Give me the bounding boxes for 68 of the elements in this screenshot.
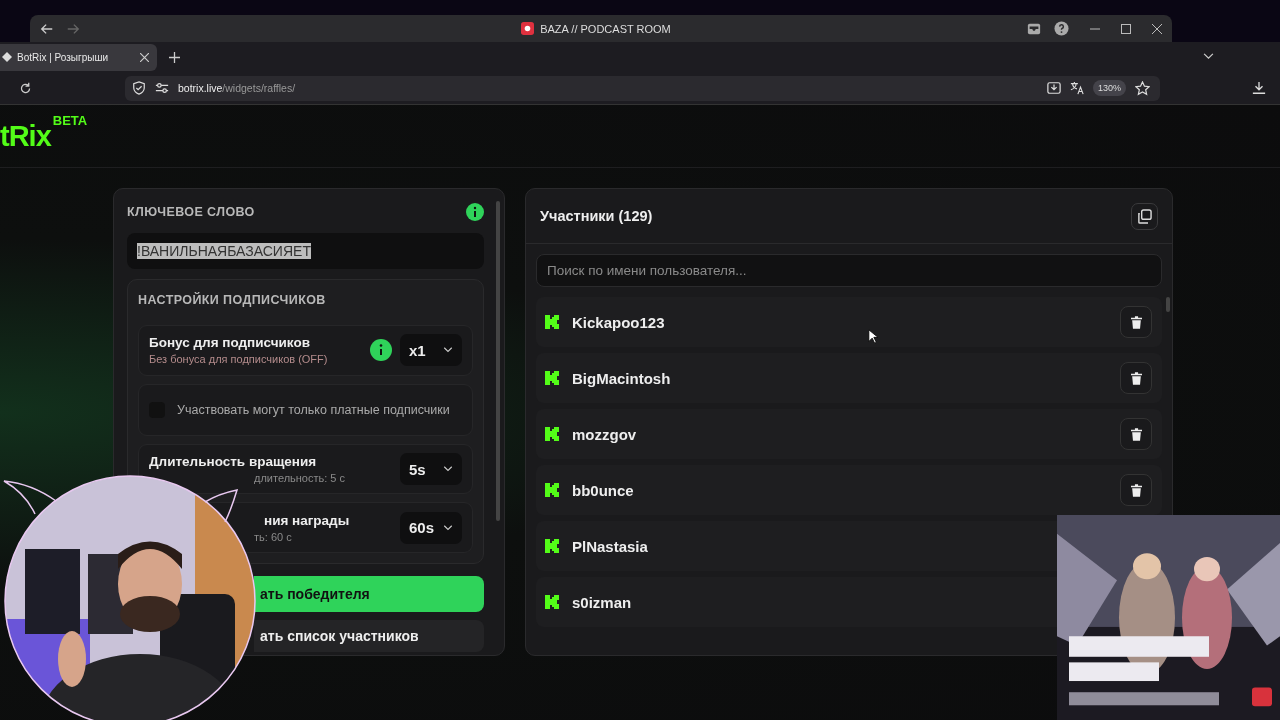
zoom-badge[interactable]: 130% <box>1092 80 1126 96</box>
maximize-icon[interactable] <box>1121 23 1131 34</box>
close-icon[interactable] <box>140 52 149 62</box>
kick-logo-icon <box>544 482 560 498</box>
trash-icon <box>1130 315 1142 329</box>
kick-logo-icon <box>544 538 560 554</box>
participant-name: BigMacintosh <box>572 369 671 387</box>
copy-button[interactable] <box>1131 202 1158 230</box>
search-field[interactable]: Поиск по имени пользователя... <box>536 254 1162 287</box>
participant-name: Kickapoo123 <box>572 313 665 331</box>
chevron-down-icon <box>443 466 453 473</box>
star-icon[interactable] <box>1135 80 1150 96</box>
back-icon[interactable] <box>40 21 54 36</box>
kick-logo-icon <box>544 426 560 442</box>
settings-sliders-icon[interactable] <box>155 81 169 95</box>
info-icon[interactable] <box>466 203 484 221</box>
chevron-down-icon[interactable] <box>1203 53 1214 60</box>
new-tab-icon[interactable] <box>169 51 180 63</box>
install-icon[interactable] <box>1046 81 1061 95</box>
participant-name: PlNastasia <box>572 537 648 555</box>
download-icon[interactable] <box>1252 81 1266 95</box>
dropdown[interactable]: x1 <box>400 334 462 367</box>
section-label: НАСТРОЙКИ ПОДПИСЧИКОВ <box>138 293 327 307</box>
chevron-down-icon <box>443 347 453 354</box>
copy-icon <box>1137 208 1152 224</box>
kick-logo-icon <box>544 314 560 330</box>
setting-title: ния награды <box>264 512 350 528</box>
inbox-icon[interactable] <box>1027 21 1041 36</box>
site-icon <box>2 52 12 62</box>
setting-description: ть: 60 с <box>254 530 292 543</box>
participant-name: mozzgov <box>572 425 637 443</box>
dropdown[interactable]: 60s <box>400 511 462 544</box>
translate-icon[interactable] <box>1069 81 1084 95</box>
url-text: botrix.live/widgets/raffles/ <box>178 82 296 94</box>
kick-logo-icon <box>544 594 560 610</box>
info-icon[interactable] <box>370 339 392 362</box>
section-label: КЛЮЧЕВОЕ СЛОВО <box>127 205 255 219</box>
trash-icon <box>1130 427 1142 441</box>
setting-title: Длительность вращения <box>149 454 317 470</box>
participant-name: bb0unce <box>572 481 634 499</box>
panel-title: Участники (129) <box>540 208 653 224</box>
reload-icon[interactable] <box>19 81 32 95</box>
shield-icon <box>132 81 146 95</box>
delete-button[interactable] <box>1120 306 1152 338</box>
trash-icon <box>1130 371 1142 385</box>
keyword-input[interactable]: !ВАНИЛЬНАЯБАЗАСИЯЕТ <box>127 233 484 269</box>
delete-button[interactable] <box>1120 418 1152 450</box>
logo[interactable]: tRix$^{BETA}$ <box>0 113 88 153</box>
app-icon <box>521 22 535 35</box>
participant-name: s0izman <box>572 593 632 611</box>
cursor-icon <box>868 329 878 344</box>
close-icon[interactable] <box>1152 23 1162 34</box>
delete-button[interactable] <box>1120 474 1152 506</box>
checkbox-label: Участвовать могут только платные подписчики <box>177 401 450 418</box>
address-bar[interactable]: botrix.live/widgets/raffles/ 130% <box>125 75 1160 101</box>
setting-title: Бонус для подписчиков <box>149 335 310 351</box>
browser-tab[interactable]: BotRix | Розыгрыши <box>0 43 157 71</box>
chevron-down-icon <box>443 524 453 531</box>
action-button[interactable]: ать победителя <box>254 576 484 612</box>
setting-description: длительность: 5 с <box>254 472 346 485</box>
kick-logo-icon <box>544 370 560 386</box>
setting-description: Без бонуса для подписчиков (OFF) <box>149 353 328 366</box>
delete-button[interactable] <box>1120 362 1152 394</box>
help-icon[interactable] <box>1054 21 1069 36</box>
trash-icon <box>1130 483 1142 497</box>
dropdown[interactable]: 5s <box>400 453 462 486</box>
action-button[interactable]: ать список участников <box>254 620 484 652</box>
window-title: BAZA // PODCAST ROOM <box>540 22 671 35</box>
